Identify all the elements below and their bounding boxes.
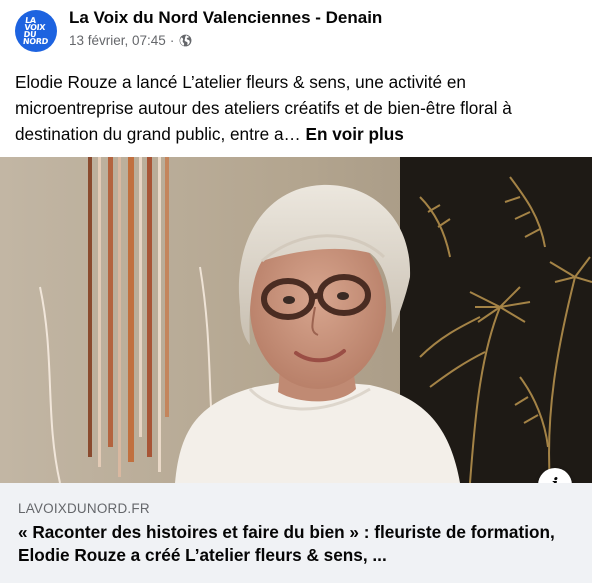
page-name-link[interactable]: La Voix du Nord Valenciennes - Denain xyxy=(69,8,382,28)
see-more-link[interactable]: En voir plus xyxy=(305,124,403,144)
post-meta: 13 février, 07:45 · xyxy=(69,33,192,48)
link-title[interactable]: « Raconter des histoires et faire du bie… xyxy=(18,521,578,567)
facebook-post: LA VOIX DU NORD La Voix du Nord Valencie… xyxy=(0,0,592,583)
post-message-text: Elodie Rouze a lancé L’atelier fleurs & … xyxy=(15,72,512,144)
logo-line-4: NORD xyxy=(22,37,49,46)
post-timestamp[interactable]: 13 février, 07:45 xyxy=(69,33,166,48)
post-header: LA VOIX DU NORD La Voix du Nord Valencie… xyxy=(0,0,592,62)
globe-icon[interactable] xyxy=(179,34,192,47)
meta-separator: · xyxy=(169,33,175,48)
page-avatar[interactable]: LA VOIX DU NORD xyxy=(15,10,57,52)
post-photo[interactable] xyxy=(0,157,592,483)
link-preview[interactable]: LAVOIXDUNORD.FR « Raconter des histoires… xyxy=(0,483,592,583)
link-domain: LAVOIXDUNORD.FR xyxy=(18,501,150,516)
post-message: Elodie Rouze a lancé L’atelier fleurs & … xyxy=(15,69,580,147)
portrait-photo xyxy=(0,157,592,483)
voix-du-nord-logo: LA VOIX DU NORD xyxy=(22,16,54,46)
